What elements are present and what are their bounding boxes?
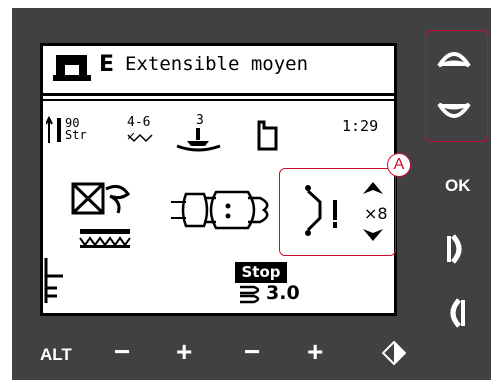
mirror-right-button[interactable] — [445, 232, 467, 266]
sewing-machine-interface: E Extensible moyen 90 Str 4-6 3 1:29 ×8 … — [0, 0, 491, 380]
stitch-length-value: 3.0 — [266, 282, 300, 304]
length-minus-button[interactable]: − — [244, 336, 260, 368]
needle-icon — [46, 115, 61, 143]
width-plus-button[interactable]: + — [176, 336, 192, 368]
stop-indicator: Stop — [235, 262, 287, 283]
arrow-down-button[interactable] — [436, 98, 472, 132]
width-minus-button[interactable]: − — [114, 336, 130, 368]
stitch-length-icon — [240, 285, 260, 304]
length-plus-button[interactable]: + — [307, 336, 323, 368]
zigzag-icon — [127, 133, 153, 143]
time-display: 1:29 — [342, 117, 379, 135]
callout-highlight — [279, 168, 396, 256]
presser-foot-tension-icon — [176, 128, 221, 152]
edge-scale-icon — [44, 258, 63, 303]
header-divider — [43, 93, 394, 96]
sewing-machine-icon — [53, 55, 91, 81]
callout-badge: A — [387, 153, 411, 177]
mirror-left-button[interactable] — [445, 296, 467, 330]
stitch-width-value: 4-6 — [127, 115, 151, 130]
stitch-name: Extensible moyen — [125, 53, 309, 75]
tension-value: 3 — [196, 113, 204, 128]
foot-pedal-icon — [257, 120, 278, 151]
stitch-letter: E — [99, 52, 115, 77]
bobbin-thread-icon — [171, 190, 269, 230]
ok-button[interactable]: OK — [445, 176, 471, 196]
needle-type: Str — [65, 128, 87, 142]
diamond-button[interactable] — [382, 341, 406, 365]
arrow-up-button[interactable] — [436, 38, 472, 72]
stitch-settings-icon — [71, 182, 131, 248]
alt-button[interactable]: ALT — [40, 345, 72, 365]
header-divider-secondary — [43, 99, 394, 101]
